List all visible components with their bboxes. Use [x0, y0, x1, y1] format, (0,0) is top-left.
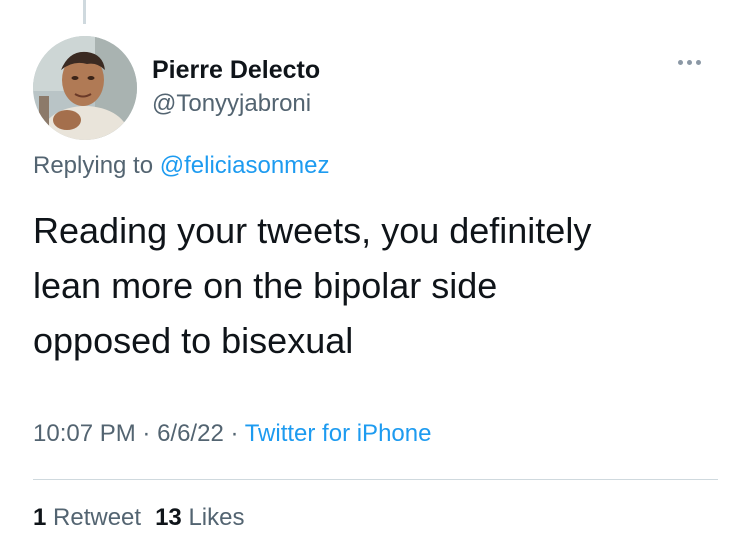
more-horizontal-icon	[678, 60, 683, 65]
tweet-time[interactable]: 10:07 PM	[33, 420, 136, 447]
tweet-text: Reading your tweets, you definitely lean…	[33, 203, 703, 368]
meta-separator: ·	[135, 420, 158, 447]
profile-photo	[33, 36, 137, 140]
replying-to-mention-link[interactable]: @feliciasonmez	[160, 152, 330, 179]
more-options-button[interactable]	[678, 60, 701, 65]
tweet-text-line: lean more on the bipolar side	[33, 265, 498, 306]
like-label: Likes	[181, 504, 245, 531]
meta-separator: ·	[223, 420, 245, 447]
tweet-text-line: Reading your tweets, you definitely	[33, 210, 592, 251]
author-handle[interactable]: @Tonyyjabroni	[152, 90, 311, 118]
retweet-count: 1	[33, 504, 47, 531]
thread-connector-line	[83, 0, 86, 24]
likes-stat[interactable]: 13 Likes	[155, 504, 244, 531]
author-name[interactable]: Pierre Delecto	[152, 56, 320, 85]
like-count: 13	[155, 504, 182, 531]
retweet-label: Retweet	[46, 504, 142, 531]
tweet-text-line: opposed to bisexual	[33, 320, 354, 361]
tweet-source-link[interactable]: Twitter for iPhone	[245, 420, 432, 447]
tweet-date[interactable]: 6/6/22	[157, 420, 224, 447]
engagement-stats: 1 Retweet 13 Likes	[33, 504, 244, 532]
replying-to-line: Replying to @feliciasonmez	[33, 152, 330, 180]
retweets-stat[interactable]: 1 Retweet	[33, 504, 141, 531]
avatar[interactable]	[33, 36, 137, 140]
tweet-metadata: 10:07 PM · 6/6/22 · Twitter for iPhone	[33, 420, 431, 448]
more-horizontal-icon	[687, 60, 692, 65]
more-horizontal-icon	[696, 60, 701, 65]
divider	[33, 479, 718, 480]
replying-prefix: Replying to	[33, 152, 160, 179]
